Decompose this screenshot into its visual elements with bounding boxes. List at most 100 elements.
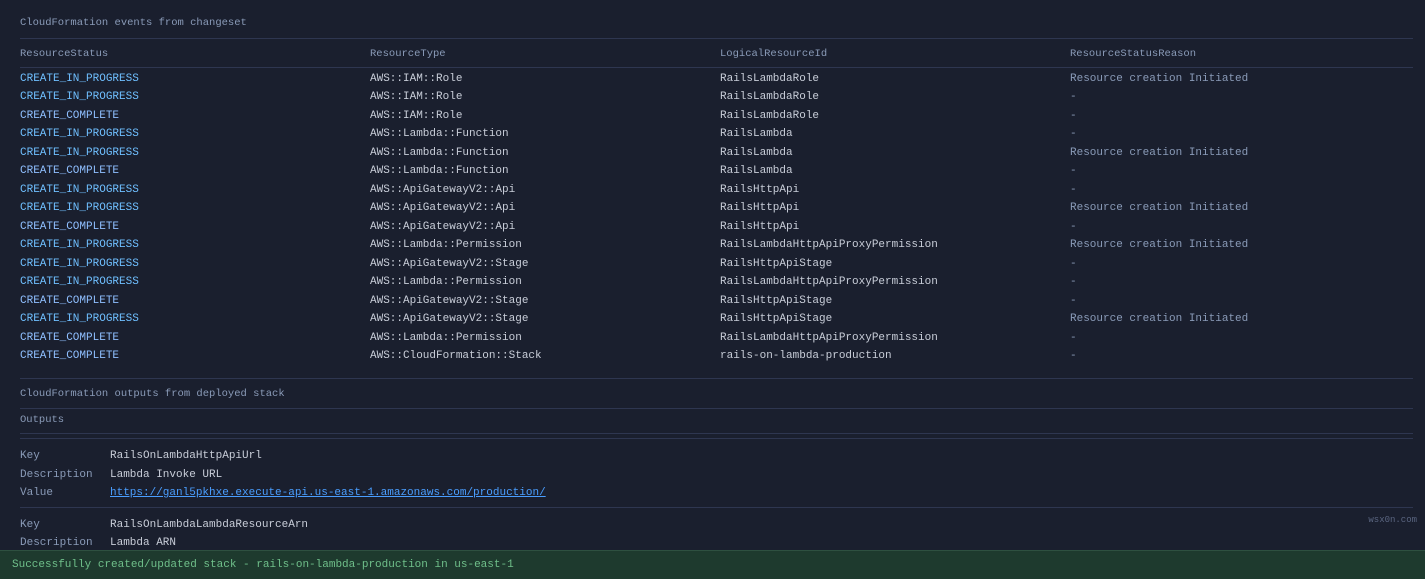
desc-label: Description [20,467,110,484]
row-id: RailsLambda [720,145,1070,162]
row-id: RailsLambda [720,163,1070,180]
row-type: AWS::IAM::Role [370,71,720,88]
row-type: AWS::Lambda::Function [370,145,720,162]
output-link[interactable]: https://ganl5pkhxe.execute-api.us-east-1… [110,485,1413,502]
row-id: RailsHttpApiStage [720,256,1070,273]
row-reason: - [1070,274,1413,291]
key-label: Key [20,448,110,465]
row-type: AWS::CloudFormation::Stack [370,348,720,365]
events-section-title: CloudFormation events from changeset [20,16,1413,32]
table-row: CREATE_IN_PROGRESS AWS::IAM::Role RailsL… [20,70,1413,89]
outputs-sub-divider [20,438,1413,439]
row-type: AWS::IAM::Role [370,108,720,125]
row-reason: - [1070,182,1413,199]
row-id: RailsHttpApi [720,219,1070,236]
row-reason: - [1070,293,1413,310]
header-resource-type: ResourceType [370,47,720,63]
table-row: CREATE_IN_PROGRESS AWS::ApiGatewayV2::Ap… [20,199,1413,218]
row-status: CREATE_IN_PROGRESS [20,200,370,217]
row-reason: - [1070,256,1413,273]
watermark: wsx0n.com [1368,514,1417,528]
row-status: CREATE_COMPLETE [20,293,370,310]
table-row: CREATE_COMPLETE AWS::ApiGatewayV2::Api R… [20,218,1413,237]
row-reason: - [1070,89,1413,106]
table-row: CREATE_IN_PROGRESS AWS::ApiGatewayV2::Ap… [20,181,1413,200]
outputs-label: Outputs [20,413,1413,434]
table-row: CREATE_IN_PROGRESS AWS::IAM::Role RailsL… [20,88,1413,107]
row-status: CREATE_IN_PROGRESS [20,237,370,254]
val-label: Value [20,485,110,502]
row-id: RailsHttpApiStage [720,311,1070,328]
outputs-top-divider [20,378,1413,379]
events-table: CREATE_IN_PROGRESS AWS::IAM::Role RailsL… [20,70,1413,366]
row-reason: - [1070,108,1413,125]
row-type: AWS::Lambda::Permission [370,274,720,291]
table-row: CREATE_IN_PROGRESS AWS::Lambda::Permissi… [20,273,1413,292]
desc-value: Lambda Invoke URL [110,467,1413,484]
table-row: CREATE_COMPLETE AWS::Lambda::Function Ra… [20,162,1413,181]
events-divider [20,38,1413,39]
table-row: CREATE_COMPLETE AWS::CloudFormation::Sta… [20,347,1413,366]
row-id: RailsLambda [720,126,1070,143]
row-id: RailsHttpApiStage [720,293,1070,310]
row-status: CREATE_IN_PROGRESS [20,89,370,106]
row-reason: Resource creation Initiated [1070,71,1413,88]
row-type: AWS::ApiGatewayV2::Stage [370,256,720,273]
row-status: CREATE_COMPLETE [20,330,370,347]
row-status: CREATE_COMPLETE [20,163,370,180]
table-row: CREATE_IN_PROGRESS AWS::Lambda::Function… [20,144,1413,163]
row-status: CREATE_IN_PROGRESS [20,182,370,199]
row-type: AWS::Lambda::Function [370,163,720,180]
row-status: CREATE_IN_PROGRESS [20,256,370,273]
output-group: Key RailsOnLambdaHttpApiUrl Description … [20,447,1413,503]
table-row: CREATE_IN_PROGRESS AWS::Lambda::Permissi… [20,236,1413,255]
row-reason: - [1070,219,1413,236]
row-id: RailsLambdaRole [720,108,1070,125]
success-bar: Successfully created/updated stack - rai… [0,550,1425,579]
outputs-section: CloudFormation outputs from deployed sta… [20,378,1413,572]
row-type: AWS::Lambda::Permission [370,237,720,254]
row-type: AWS::Lambda::Permission [370,330,720,347]
output-key-row: Key RailsOnLambdaLambdaResourceArn [20,516,1413,535]
output-desc-row: Description Lambda Invoke URL [20,466,1413,485]
header-resource-status: ResourceStatus [20,47,370,63]
row-id: RailsLambdaHttpApiProxyPermission [720,330,1070,347]
row-reason: - [1070,348,1413,365]
table-row: CREATE_COMPLETE AWS::ApiGatewayV2::Stage… [20,292,1413,311]
row-type: AWS::ApiGatewayV2::Api [370,182,720,199]
row-status: CREATE_COMPLETE [20,348,370,365]
row-status: CREATE_IN_PROGRESS [20,145,370,162]
row-id: RailsHttpApi [720,200,1070,217]
output-val-row: Value https://ganl5pkhxe.execute-api.us-… [20,484,1413,503]
row-reason: - [1070,163,1413,180]
row-type: AWS::ApiGatewayV2::Stage [370,293,720,310]
row-status: CREATE_IN_PROGRESS [20,126,370,143]
row-reason: - [1070,126,1413,143]
row-id: RailsLambdaRole [720,89,1070,106]
row-status: CREATE_IN_PROGRESS [20,71,370,88]
row-reason: Resource creation Initiated [1070,237,1413,254]
main-content: CloudFormation events from changeset Res… [0,0,1425,579]
outputs-section-title: CloudFormation outputs from deployed sta… [20,387,1413,403]
row-type: AWS::IAM::Role [370,89,720,106]
row-type: AWS::ApiGatewayV2::Stage [370,311,720,328]
row-id: RailsLambdaRole [720,71,1070,88]
table-row: CREATE_COMPLETE AWS::Lambda::Permission … [20,329,1413,348]
row-reason: Resource creation Initiated [1070,145,1413,162]
table-row: CREATE_IN_PROGRESS AWS::Lambda::Function… [20,125,1413,144]
table-row: CREATE_IN_PROGRESS AWS::ApiGatewayV2::St… [20,255,1413,274]
row-type: AWS::ApiGatewayV2::Api [370,200,720,217]
row-type: AWS::ApiGatewayV2::Api [370,219,720,236]
row-status: CREATE_IN_PROGRESS [20,274,370,291]
row-id: RailsLambdaHttpApiProxyPermission [720,274,1070,291]
header-logical-resource-id: LogicalResourceId [720,47,1070,63]
success-message: Successfully created/updated stack - rai… [12,559,514,571]
row-id: RailsLambdaHttpApiProxyPermission [720,237,1070,254]
table-row: CREATE_COMPLETE AWS::IAM::Role RailsLamb… [20,107,1413,126]
row-type: AWS::Lambda::Function [370,126,720,143]
row-reason: Resource creation Initiated [1070,311,1413,328]
row-id: RailsHttpApi [720,182,1070,199]
row-reason: - [1070,330,1413,347]
key-value: RailsOnLambdaHttpApiUrl [110,448,1413,465]
output-divider [20,507,1413,508]
